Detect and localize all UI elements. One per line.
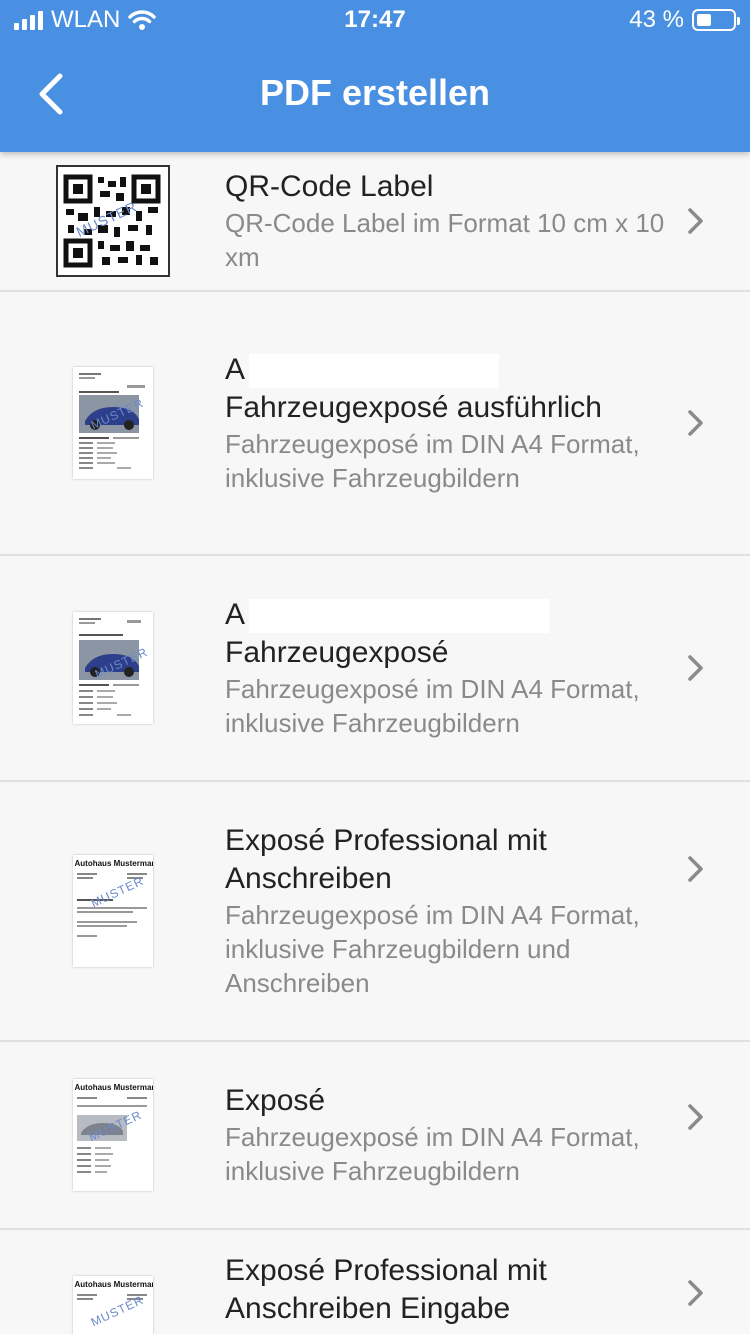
list-item-expose-professional-anschreiben[interactable]: Autohaus Mustermann MUSTER Exposé Profes…	[0, 782, 750, 1042]
company-name: Autohaus Mustermann	[74, 859, 153, 868]
chevron-right-icon	[688, 410, 703, 436]
document-with-car-icon: MUSTER	[72, 367, 153, 479]
item-subtitle: Fahrzeugexposé im DIN A4 Format, inklusi…	[225, 674, 640, 738]
chevron-right-icon	[688, 1280, 703, 1306]
status-bar: WLAN 17:47 43 %	[0, 0, 750, 42]
list-item-qr-code-label[interactable]: MUSTER QR-Code Label QR-Code Label im Fo…	[0, 152, 750, 292]
item-subtitle: Fahrzeugexposé im DIN A4 Format, inklusi…	[225, 1122, 640, 1186]
nav-bar: PDF erstellen	[0, 42, 750, 152]
item-text: Exposé Professional mit Anschreiben Eing…	[225, 1252, 750, 1328]
screen: WLAN 17:47 43 % PDF erstellen MUSTER QR-…	[0, 0, 750, 1334]
item-subtitle: QR-Code Label im Format 10 cm x 10 xm	[225, 208, 665, 272]
thumbnail: MUSTER	[0, 367, 225, 479]
item-text: QR-Code Label QR-Code Label im Format 10…	[225, 168, 750, 274]
item-title-prefix: A	[225, 596, 670, 634]
qr-code-icon: MUSTER	[55, 165, 170, 277]
title-prefix: A	[225, 598, 246, 631]
battery-icon	[692, 9, 740, 31]
item-title: Exposé	[225, 1084, 326, 1117]
document-with-car-icon: Autohaus Mustermann MUSTER	[72, 1079, 153, 1191]
chevron-right-icon	[688, 655, 703, 681]
title-prefix: A	[225, 353, 246, 386]
item-text: A Fahrzeugexposé Fahrzeugexposé im DIN A…	[225, 596, 750, 740]
item-title-prefix: A	[225, 351, 670, 389]
thumbnail: MUSTER	[0, 612, 225, 724]
company-name: Autohaus Mustermann	[74, 1083, 153, 1092]
redaction-block	[249, 599, 550, 634]
list-item-expose[interactable]: Autohaus Mustermann MUSTER	[0, 1042, 750, 1230]
pdf-template-list: MUSTER QR-Code Label QR-Code Label im Fo…	[0, 152, 750, 1334]
redaction-block	[249, 354, 500, 389]
page-title: PDF erstellen	[259, 72, 491, 113]
thumbnail: Autohaus Mustermann MUSTER	[0, 1079, 225, 1191]
item-subtitle: Fahrzeugexposé im DIN A4 Format, inklusi…	[225, 900, 640, 998]
item-text: Exposé Fahrzeugexposé im DIN A4 Format, …	[225, 1082, 750, 1188]
letter-document-icon: Autohaus Mustermann MUSTER	[72, 1276, 153, 1334]
chevron-right-icon	[688, 208, 703, 234]
battery-percent: 43 %	[629, 6, 684, 33]
chevron-right-icon	[688, 1104, 703, 1130]
list-item-fahrzeugexpose[interactable]: MUSTER A Fahrzeugexposé Fahrzeugexposé i…	[0, 556, 750, 782]
item-title: Exposé Professional mit Anschreiben Eing…	[225, 1254, 547, 1325]
letter-document-icon: Autohaus Mustermann MUSTER	[72, 855, 153, 967]
list-item-expose-professional-anschreiben-eingabe[interactable]: Autohaus Mustermann MUSTER Exposé Profes…	[0, 1230, 750, 1334]
list-item-fahrzeugexpose-ausfuehrlich[interactable]: MUSTER A Fahrzeugexposé ausführlich Fahr…	[0, 292, 750, 556]
status-right: 43 %	[629, 6, 740, 34]
item-title: Fahrzeugexposé ausführlich	[225, 391, 602, 424]
item-subtitle: Fahrzeugexposé im DIN A4 Format, inklusi…	[225, 429, 640, 493]
item-text: Exposé Professional mit Anschreiben Fahr…	[225, 822, 750, 1000]
chevron-right-icon	[688, 856, 703, 882]
item-title: Fahrzeugexposé	[225, 636, 449, 669]
thumbnail: MUSTER	[0, 165, 225, 277]
header: WLAN 17:47 43 % PDF erstellen	[0, 0, 750, 152]
thumbnail: Autohaus Mustermann MUSTER	[0, 1252, 225, 1334]
document-with-car-icon: MUSTER	[72, 612, 153, 724]
item-title: Exposé Professional mit Anschreiben	[225, 824, 547, 895]
item-text: A Fahrzeugexposé ausführlich Fahrzeugexp…	[225, 351, 750, 495]
thumbnail: Autohaus Mustermann MUSTER	[0, 855, 225, 967]
item-title: QR-Code Label	[225, 170, 434, 203]
company-name: Autohaus Mustermann	[74, 1280, 153, 1289]
